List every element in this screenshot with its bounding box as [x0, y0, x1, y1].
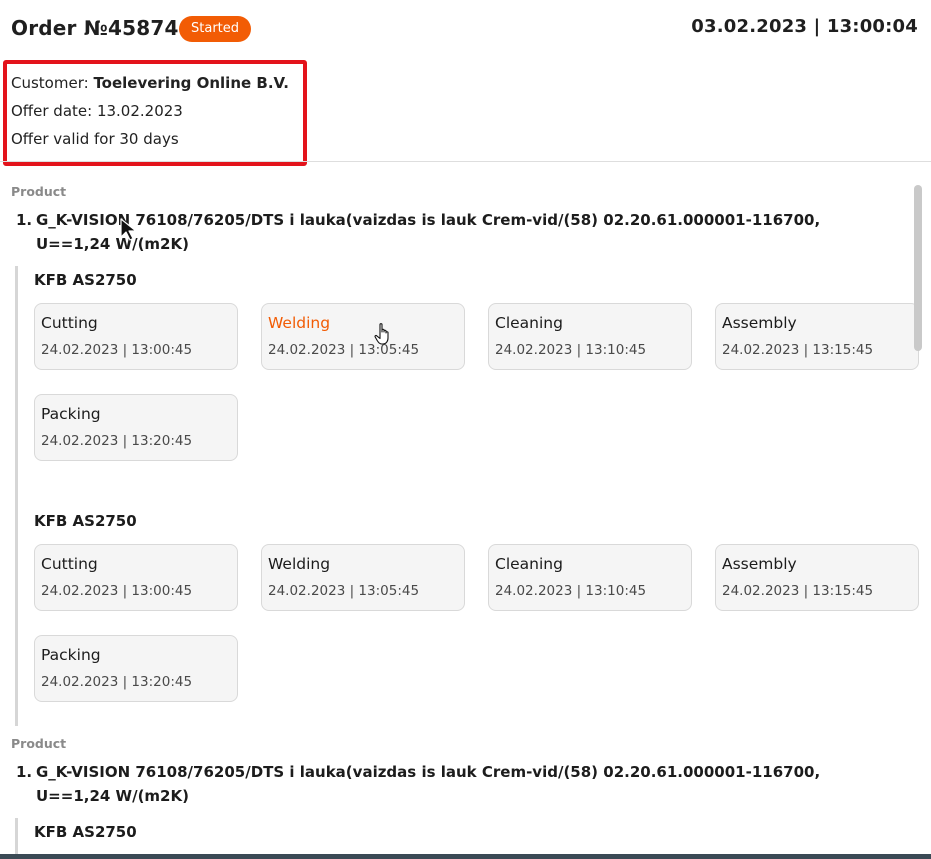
customer-name: Toelevering Online B.V. [93, 74, 289, 92]
step-card-cleaning[interactable]: Cleaning 24.02.2023 | 13:10:45 [488, 303, 692, 370]
step-name: Packing [41, 646, 101, 664]
step-time: 24.02.2023 | 13:05:45 [268, 583, 420, 599]
header-divider [0, 161, 931, 162]
step-time: 24.02.2023 | 13:20:45 [41, 674, 193, 690]
step-time: 24.02.2023 | 13:15:45 [722, 342, 874, 358]
order-title: Order №45874 [11, 16, 179, 40]
step-name: Packing [41, 405, 101, 423]
customer-line: Customer: Toelevering Online B.V. [11, 74, 289, 92]
step-name: Welding [268, 314, 331, 332]
group-indent-line [15, 818, 18, 854]
order-header: Order №45874 Started 03.02.2023 | 13:00:… [0, 0, 931, 58]
product-name: 1. G_K-VISION 76108/76205/DTS i lauka(va… [16, 760, 896, 808]
step-name: Assembly [722, 314, 797, 332]
hand-pointer-icon [374, 323, 389, 345]
step-card-cutting[interactable]: Cutting 24.02.2023 | 13:00:45 [34, 544, 238, 611]
step-card-cleaning[interactable]: Cleaning 24.02.2023 | 13:10:45 [488, 544, 692, 611]
step-time: 24.02.2023 | 13:05:45 [268, 342, 420, 358]
group-title: KFB AS2750 [34, 823, 137, 841]
step-card-assembly[interactable]: Assembly 24.02.2023 | 13:15:45 [715, 544, 919, 611]
bottom-bar [0, 854, 931, 859]
product-section-label: Product [11, 184, 67, 199]
product-name-text: G_K-VISION 76108/76205/DTS i lauka(vaizd… [36, 763, 821, 805]
step-card-assembly[interactable]: Assembly 24.02.2023 | 13:15:45 [715, 303, 919, 370]
offer-validity: Offer valid for 30 days [11, 130, 179, 148]
step-card-welding[interactable]: Welding 24.02.2023 | 13:05:45 [261, 544, 465, 611]
product-number: 1. [16, 211, 33, 229]
product-number: 1. [16, 763, 33, 781]
product-section-label: Product [11, 736, 67, 751]
step-name: Cutting [41, 314, 98, 332]
step-card-cutting[interactable]: Cutting 24.02.2023 | 13:00:45 [34, 303, 238, 370]
vertical-scrollbar[interactable] [914, 185, 922, 351]
step-time: 24.02.2023 | 13:00:45 [41, 583, 193, 599]
step-time: 24.02.2023 | 13:15:45 [722, 583, 874, 599]
step-card-packing[interactable]: Packing 24.02.2023 | 13:20:45 [34, 635, 238, 702]
arrow-pointer-icon [120, 218, 137, 241]
product-name: 1. G_K-VISION 76108/76205/DTS i lauka(va… [16, 208, 896, 256]
step-time: 24.02.2023 | 13:00:45 [41, 342, 193, 358]
step-name: Welding [268, 555, 331, 573]
step-time: 24.02.2023 | 13:10:45 [495, 342, 647, 358]
step-name: Assembly [722, 555, 797, 573]
step-name: Cleaning [495, 555, 563, 573]
step-name: Cutting [41, 555, 98, 573]
step-card-packing[interactable]: Packing 24.02.2023 | 13:20:45 [34, 394, 238, 461]
product-name-text: G_K-VISION 76108/76205/DTS i lauka(vaizd… [36, 211, 821, 253]
offer-date: Offer date: 13.02.2023 [11, 102, 183, 120]
step-time: 24.02.2023 | 13:20:45 [41, 433, 193, 449]
group-title: KFB AS2750 [34, 512, 137, 530]
status-badge: Started [179, 16, 252, 42]
step-card-welding[interactable]: Welding 24.02.2023 | 13:05:45 [261, 303, 465, 370]
step-name: Cleaning [495, 314, 563, 332]
step-time: 24.02.2023 | 13:10:45 [495, 583, 647, 599]
group-indent-line [15, 266, 18, 726]
order-datetime: 03.02.2023 | 13:00:04 [691, 16, 918, 37]
customer-label: Customer: [11, 74, 89, 92]
group-title: KFB AS2750 [34, 271, 137, 289]
